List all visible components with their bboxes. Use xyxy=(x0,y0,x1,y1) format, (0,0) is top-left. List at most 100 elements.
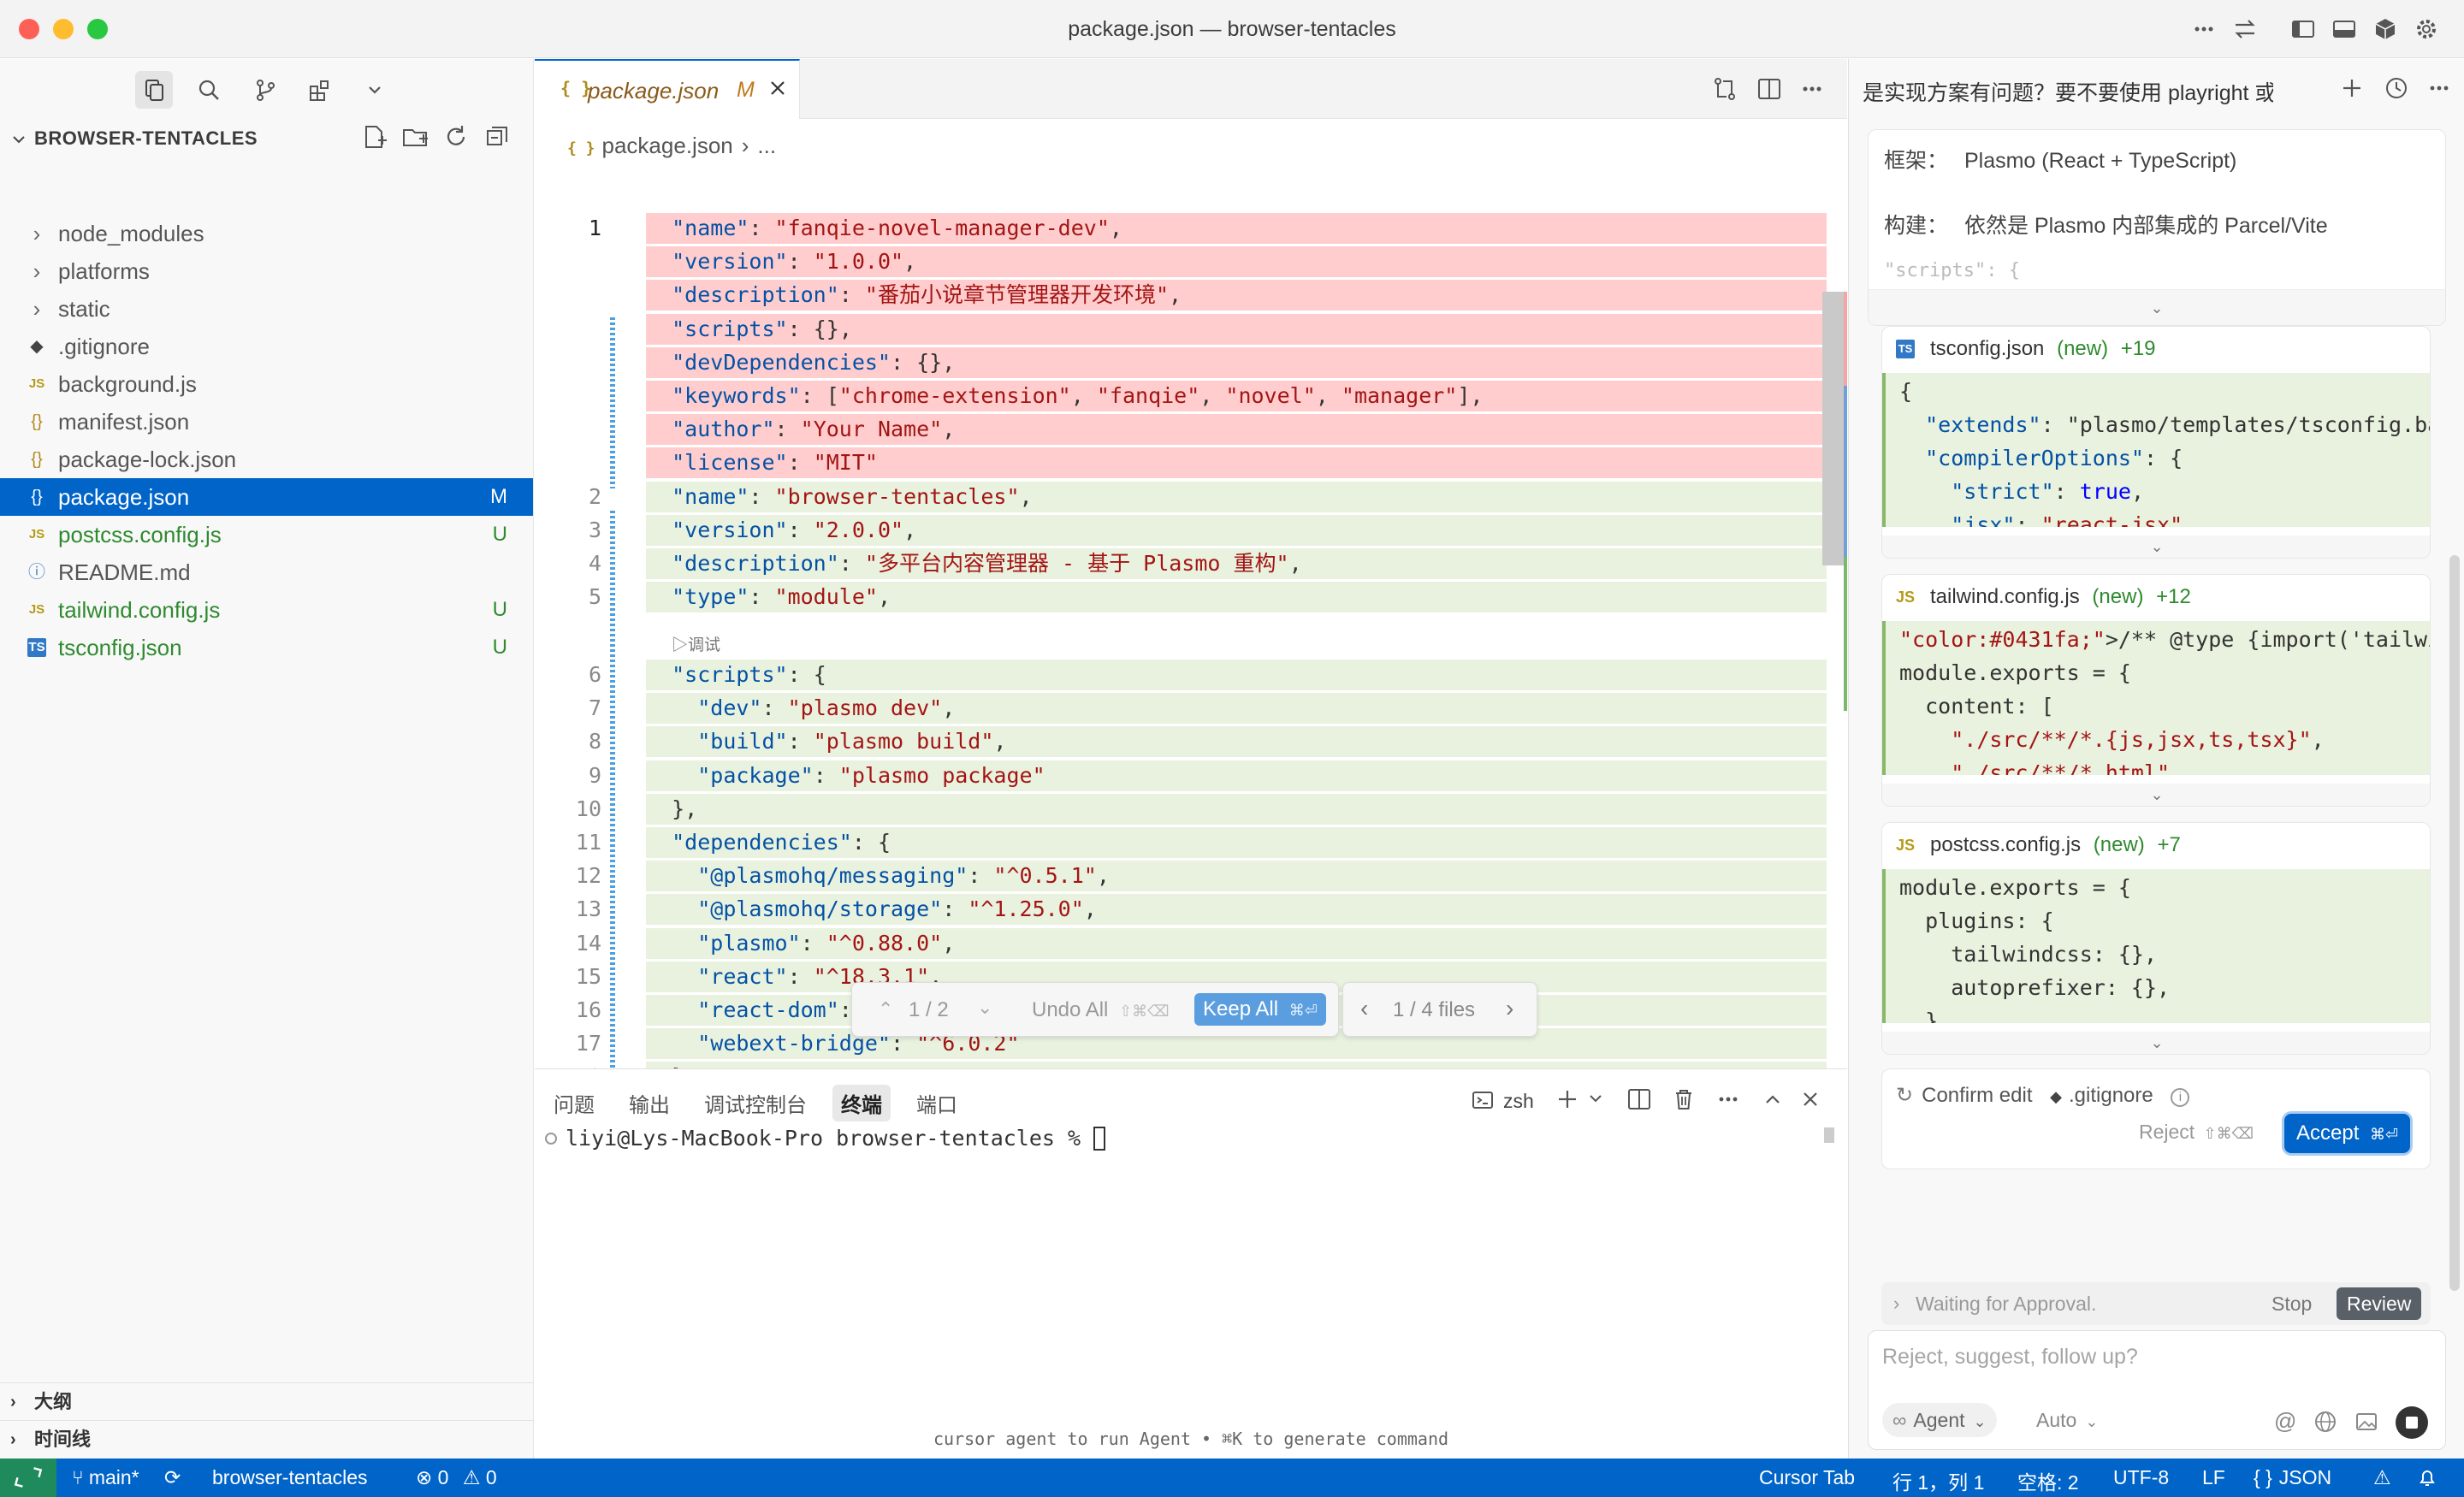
close-panel-icon[interactable] xyxy=(1798,1086,1823,1112)
panel-tab[interactable]: 调试控制台 xyxy=(696,1085,815,1121)
previous-change-icon[interactable]: ⌃ xyxy=(878,998,893,1021)
agent-mode-select[interactable]: ∞ Agent ⌄ xyxy=(1882,1403,1997,1437)
stop-generation-button[interactable] xyxy=(2396,1406,2428,1439)
review-button[interactable]: Review xyxy=(2337,1287,2422,1320)
eol-status[interactable]: LF xyxy=(2202,1466,2225,1489)
outline-section[interactable]: › 大纲 xyxy=(0,1382,533,1420)
split-editor-icon[interactable] xyxy=(1755,74,1784,104)
chevron-right-icon[interactable]: › xyxy=(1893,1293,1899,1315)
language-status[interactable]: { } JSON xyxy=(2254,1466,2331,1489)
file-card-header[interactable]: TS tsconfig.json (new) +19 xyxy=(1882,327,2430,371)
scroll-thumb[interactable] xyxy=(1822,292,1844,565)
tree-item[interactable]: JS background.js xyxy=(0,365,533,403)
cursor-tab-status[interactable]: Cursor Tab xyxy=(1759,1466,1855,1489)
explorer-files-icon[interactable] xyxy=(135,71,173,109)
next-file-icon[interactable]: › xyxy=(1506,995,1513,1022)
collapse-all-icon[interactable] xyxy=(483,122,512,151)
file-card-header[interactable]: JS tailwind.config.js (new) +12 xyxy=(1882,575,2430,619)
tree-item[interactable]: ⓘ README.md xyxy=(0,553,533,591)
breadcrumb[interactable]: { } package.json ›... xyxy=(567,133,776,159)
problems-indicator[interactable]: ⊗ 0 ⚠ 0 xyxy=(416,1466,497,1489)
tree-item[interactable]: {} package.json M xyxy=(0,478,533,516)
agent-scrollbar[interactable] xyxy=(2449,555,2460,1291)
next-change-icon[interactable]: ⌄ xyxy=(977,997,992,1019)
toggle-sidebar-icon[interactable] xyxy=(2289,15,2317,43)
breadcrumb-file[interactable]: package.json xyxy=(602,133,733,158)
new-terminal-icon[interactable] xyxy=(1555,1086,1580,1112)
globe-icon[interactable] xyxy=(2313,1410,2337,1434)
panel-tab[interactable]: 端口 xyxy=(908,1085,966,1121)
breadcrumb-rest[interactable]: ... xyxy=(757,133,776,158)
image-icon[interactable] xyxy=(2354,1410,2378,1434)
panel-tab[interactable]: 终端 xyxy=(832,1085,891,1121)
model-select[interactable]: Auto ⌄ xyxy=(2036,1403,2098,1437)
cube-icon[interactable] xyxy=(2372,15,2399,43)
encoding-status[interactable]: UTF-8 xyxy=(2113,1466,2169,1489)
keep-all-button[interactable]: Keep All ⌘⏎ xyxy=(1194,993,1326,1026)
chevron-down-icon[interactable] xyxy=(1587,1090,1604,1107)
code-editor[interactable]: 1 { "name": "fanqie-novel-manager-dev", … xyxy=(535,170,1847,1068)
accept-button[interactable]: Accept ⌘⏎ xyxy=(2284,1114,2411,1153)
reject-button[interactable]: Reject ⇧⌘⌫ xyxy=(2139,1121,2254,1144)
explorer-title[interactable]: BROWSER-TENTACLES xyxy=(34,127,258,150)
tree-item[interactable]: ◆ .gitignore xyxy=(0,328,533,365)
timeline-section[interactable]: › 时间线 xyxy=(0,1420,533,1458)
toggle-panel-icon[interactable] xyxy=(2331,15,2358,43)
settings-gear-icon[interactable] xyxy=(2413,15,2440,43)
tree-item[interactable]: JS tailwind.config.js U xyxy=(0,591,533,629)
trash-icon[interactable] xyxy=(1671,1086,1697,1112)
debug-codelens[interactable]: ▷调试 xyxy=(672,632,720,655)
close-tab-icon[interactable] xyxy=(766,76,790,100)
search-icon[interactable] xyxy=(190,71,228,109)
extensions-icon[interactable] xyxy=(301,71,339,109)
tab-package-json[interactable]: { } package.json M xyxy=(535,59,800,119)
stop-button[interactable]: Stop xyxy=(2272,1293,2312,1316)
chevron-down-icon[interactable]: ⌄ xyxy=(1882,1032,2430,1054)
file-change-card[interactable]: TS tsconfig.json (new) +19{ "extends": "p… xyxy=(1881,326,2431,559)
tree-item[interactable]: › static xyxy=(0,290,533,328)
sync-icon[interactable]: ⟳ xyxy=(164,1466,181,1489)
tree-item[interactable]: › platforms xyxy=(0,252,533,290)
more-icon[interactable] xyxy=(2190,15,2218,43)
warning-icon[interactable]: ⚠ xyxy=(2373,1466,2391,1489)
new-chat-icon[interactable] xyxy=(2338,74,2366,102)
agent-question-title[interactable]: 是实现方案有问题？要不要使用 playright 或其 xyxy=(1863,76,2273,107)
terminal-prompt-line[interactable]: liyi@Lys-MacBook-Pro browser-tentacles % xyxy=(545,1126,1106,1151)
split-terminal-icon[interactable] xyxy=(1626,1086,1652,1112)
notifications-bell-icon[interactable] xyxy=(2416,1466,2438,1488)
swap-icon[interactable] xyxy=(2231,15,2259,43)
source-control-icon[interactable] xyxy=(246,71,284,109)
cursor-position[interactable]: 行 1，列 1 xyxy=(1892,1466,1984,1495)
history-clock-icon[interactable] xyxy=(2383,74,2410,102)
composer-input[interactable]: Reject, suggest, follow up? xyxy=(1882,1345,2138,1370)
new-file-icon[interactable] xyxy=(359,122,388,151)
more-actions-icon[interactable] xyxy=(1798,74,1827,104)
info-icon[interactable]: i xyxy=(2171,1088,2190,1107)
file-change-card[interactable]: JS postcss.config.js (new) +7 module.expor… xyxy=(1881,822,2431,1055)
undo-all-button[interactable]: Undo All ⇧⌘⌫ xyxy=(1032,998,1170,1022)
file-card-header[interactable]: JS postcss.config.js (new) +7 xyxy=(1882,823,2430,867)
tree-item[interactable]: TS tsconfig.json U xyxy=(0,629,533,666)
tree-item[interactable]: {} package-lock.json xyxy=(0,441,533,478)
maximize-panel-icon[interactable] xyxy=(1760,1086,1786,1112)
mention-icon[interactable]: @ xyxy=(2274,1408,2296,1435)
indentation-status[interactable]: 空格: 2 xyxy=(2017,1466,2079,1495)
editor-minimap-scrollbar[interactable] xyxy=(1822,292,1847,711)
panel-tab[interactable]: 输出 xyxy=(620,1085,678,1121)
tree-item[interactable]: {} manifest.json xyxy=(0,403,533,441)
chevron-down-icon[interactable]: ⌄ xyxy=(1882,784,2430,806)
chevron-down-icon[interactable] xyxy=(10,131,27,148)
shell-name[interactable]: zsh xyxy=(1503,1090,1534,1113)
panel-tab[interactable]: 问题 xyxy=(545,1085,603,1121)
previous-file-icon[interactable]: ‹ xyxy=(1360,995,1368,1022)
refresh-icon[interactable] xyxy=(441,122,471,151)
more-icon[interactable] xyxy=(2426,74,2453,102)
tree-item[interactable]: › node_modules xyxy=(0,215,533,252)
project-name[interactable]: browser-tentacles xyxy=(212,1466,368,1489)
terminal-scrollbar[interactable] xyxy=(1824,1127,1834,1143)
more-icon[interactable] xyxy=(1715,1086,1741,1112)
chevron-down-icon[interactable] xyxy=(356,71,394,109)
chevron-down-icon[interactable]: ⌄ xyxy=(1882,535,2430,558)
branch-indicator[interactable]: ⑂ main* xyxy=(72,1466,139,1489)
tree-item[interactable]: JS postcss.config.js U xyxy=(0,516,533,553)
